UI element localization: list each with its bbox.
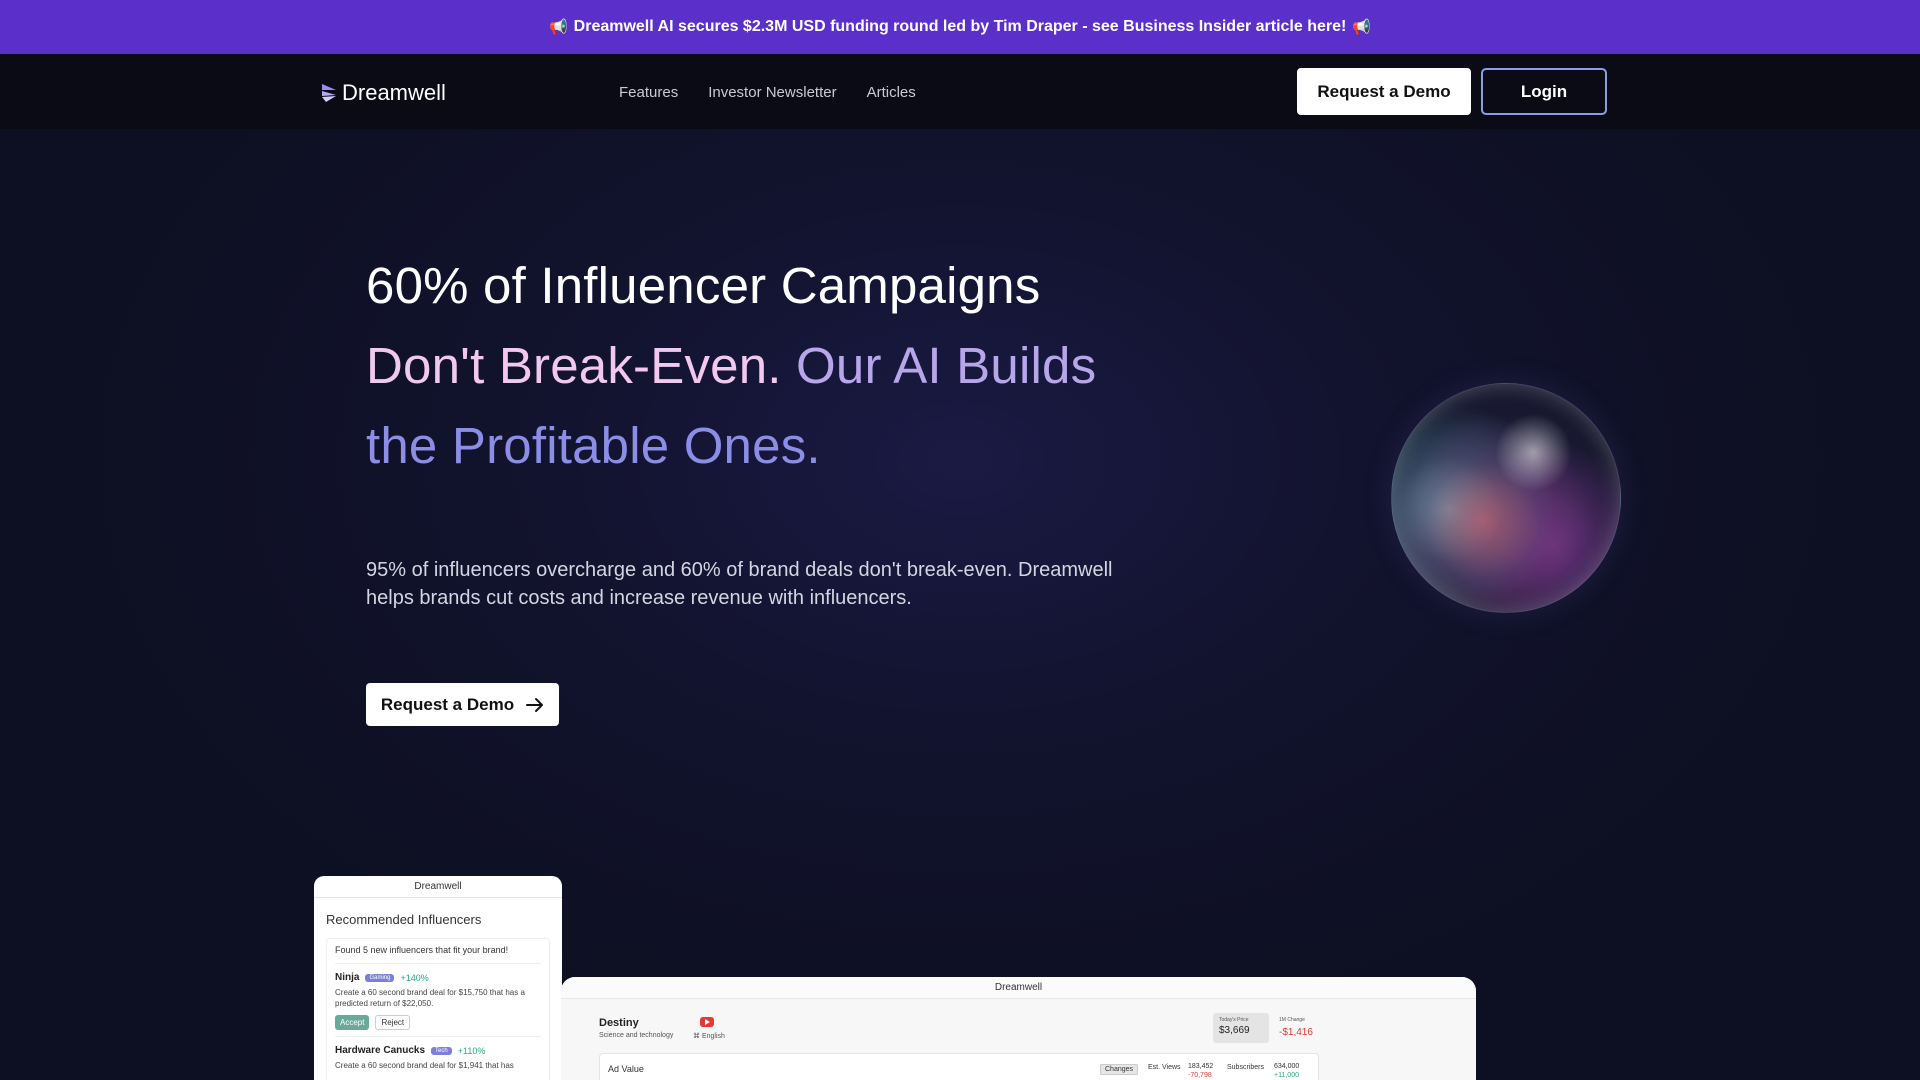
category-tag: Gaming <box>365 973 395 982</box>
price-label: Today's Price <box>1219 1017 1249 1023</box>
nav-link-features[interactable]: Features <box>619 84 678 101</box>
language-label: English <box>701 1033 725 1040</box>
language-icon: ⌘ <box>693 1033 700 1040</box>
channel-language: ⌘ English <box>693 1032 725 1040</box>
est-views-value: 183,452 <box>1188 1063 1214 1070</box>
nav-link-investor-newsletter[interactable]: Investor Newsletter <box>708 84 836 101</box>
hero-request-demo-button[interactable]: Request a Demo <box>366 683 559 726</box>
channel-name: Destiny <box>599 1017 639 1029</box>
subscribers-value: 634,000 <box>1274 1063 1300 1070</box>
return-percent: +140% <box>400 972 429 983</box>
influencer-row: Ninja Gaming +140% <box>335 972 541 983</box>
price-value: $3,669 <box>1219 1025 1250 1036</box>
influencer-name: Hardware Canucks <box>335 1045 426 1056</box>
dashboard-mockup: Dreamwell Destiny Science and technology… <box>561 977 1476 1080</box>
found-message: Found 5 new influencers that fit your br… <box>335 945 541 964</box>
logo-text: Dreamwell <box>342 80 446 105</box>
nav-link-articles[interactable]: Articles <box>867 84 916 101</box>
influencer-actions: Accept Reject <box>335 1015 541 1037</box>
headline-line-1: 60% of Influencer Campaigns <box>366 257 1041 314</box>
subscribers-label: Subscribers <box>1227 1064 1264 1071</box>
reject-button[interactable]: Reject <box>375 1015 411 1030</box>
arrow-right-icon <box>526 697 544 712</box>
influencer-name: Ninja <box>335 972 360 983</box>
accept-button[interactable]: Accept <box>335 1015 370 1030</box>
logo-icon <box>322 84 336 102</box>
change-value: -$1,416 <box>1279 1027 1313 1038</box>
megaphone-icon: 📢 <box>1352 19 1372 36</box>
subscribers-stat: 634,000 +11,000 <box>1274 1062 1299 1080</box>
price-box: Today's Price $3,669 <box>1213 1013 1269 1043</box>
est-views-change: -70,798 <box>1188 1072 1212 1079</box>
ad-value-panel: Ad Value Changes Est. Views 183,452 -70,… <box>599 1053 1319 1080</box>
influencer-description: Create a 60 second brand deal for $15,75… <box>335 988 525 1008</box>
login-button[interactable]: Login <box>1481 68 1607 115</box>
phone-title: Dreamwell <box>314 876 562 898</box>
subscribers-change: +11,000 <box>1274 1072 1299 1079</box>
phone-heading: Recommended Influencers <box>326 912 482 927</box>
top-nav: Dreamwell Features Investor Newsletter A… <box>0 54 1920 129</box>
decorative-sphere <box>1391 383 1621 613</box>
recommendations-card: Found 5 new influencers that fit your br… <box>326 938 550 1080</box>
est-views-stat: 183,452 -70,798 <box>1188 1062 1213 1080</box>
est-views-label: Est. Views <box>1148 1064 1181 1071</box>
request-demo-button[interactable]: Request a Demo <box>1297 68 1471 115</box>
nav-links: Features Investor Newsletter Articles <box>619 84 916 101</box>
headline-line-3: the Profitable Ones. <box>366 417 821 474</box>
hero-cta-label: Request a Demo <box>380 694 515 714</box>
changes-button[interactable]: Changes <box>1100 1064 1139 1075</box>
headline-line-2b: Our AI Builds <box>781 337 1097 394</box>
hero-headline: 60% of Influencer Campaigns Don't Break-… <box>366 246 1126 486</box>
phone-mockup: Dreamwell Recommended Influencers Found … <box>314 876 562 1080</box>
hero-subtext: 95% of influencers overcharge and 60% of… <box>366 559 1113 609</box>
headline-line-2a: Don't Break-Even. <box>366 337 782 394</box>
influencer-description: Create a 60 second brand deal for $1,941… <box>335 1061 514 1070</box>
youtube-icon <box>700 1017 714 1027</box>
change-label: 1M Change <box>1279 1017 1305 1023</box>
logo[interactable]: Dreamwell <box>322 80 446 106</box>
dashboard-title: Dreamwell <box>561 977 1476 999</box>
megaphone-icon: 📢 <box>548 19 568 36</box>
category-tag: Tech <box>431 1046 452 1055</box>
return-percent: +110% <box>457 1045 486 1056</box>
channel-category: Science and technology <box>599 1032 674 1039</box>
influencer-row: Hardware Canucks Tech +110% <box>335 1045 541 1056</box>
ad-value-label: Ad Value <box>608 1064 644 1074</box>
announcement-text[interactable]: Dreamwell AI secures $2.3M USD funding r… <box>574 18 1347 36</box>
announcement-bar[interactable]: 📢 Dreamwell AI secures $2.3M USD funding… <box>0 0 1920 54</box>
